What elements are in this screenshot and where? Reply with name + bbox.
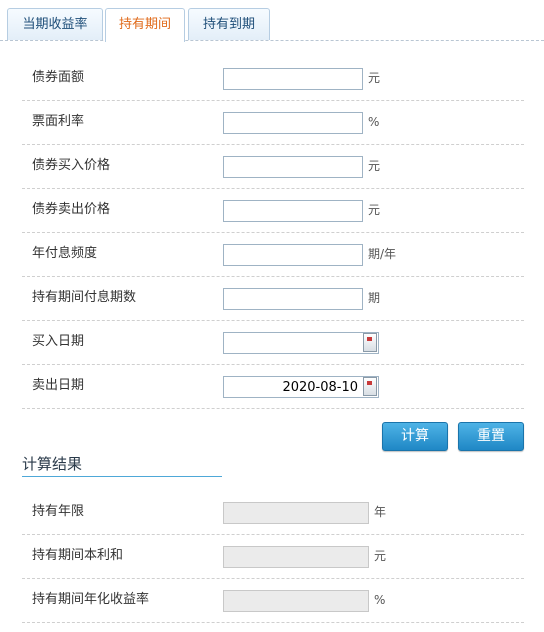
sell-date-label: 卖出日期 bbox=[32, 378, 85, 393]
row-buy-price: 债券买入价格 元 bbox=[22, 144, 524, 189]
tab-divider bbox=[0, 40, 544, 41]
row-coupon-rate: 票面利率 % bbox=[22, 100, 524, 145]
payment-frequency-input[interactable] bbox=[223, 244, 363, 266]
coupon-rate-input[interactable] bbox=[223, 112, 363, 134]
holding-years-label: 持有年限 bbox=[32, 504, 85, 519]
tab-holding-period[interactable]: 持有期间 bbox=[105, 8, 185, 42]
buy-date-input[interactable] bbox=[223, 332, 379, 354]
payment-periods-label: 持有期间付息期数 bbox=[32, 290, 137, 305]
principal-interest-unit: 元 bbox=[374, 549, 387, 563]
tab-current-yield[interactable]: 当期收益率 bbox=[7, 8, 103, 40]
buy-price-unit: 元 bbox=[368, 159, 381, 173]
row-annual-yield: 持有期间年化收益率 % bbox=[22, 578, 524, 623]
row-principal-interest: 持有期间本利和 元 bbox=[22, 534, 524, 579]
face-value-unit: 元 bbox=[368, 71, 381, 85]
principal-interest-label: 持有期间本利和 bbox=[32, 548, 124, 563]
sell-price-input[interactable] bbox=[223, 200, 363, 222]
coupon-rate-unit: % bbox=[368, 115, 380, 129]
row-buy-date: 买入日期 bbox=[22, 320, 524, 365]
holding-years-unit: 年 bbox=[374, 505, 387, 519]
face-value-label: 债券面额 bbox=[32, 70, 85, 85]
payment-periods-unit: 期 bbox=[368, 291, 381, 305]
buy-price-label: 债券买入价格 bbox=[32, 158, 111, 173]
payment-frequency-label: 年付息频度 bbox=[32, 246, 98, 261]
reset-button[interactable]: 重置 bbox=[458, 422, 524, 451]
row-payment-frequency: 年付息频度 期/年 bbox=[22, 232, 524, 277]
tab-bar: 当期收益率 持有期间 持有到期 bbox=[0, 0, 544, 42]
row-payment-periods: 持有期间付息期数 期 bbox=[22, 276, 524, 321]
face-value-input[interactable] bbox=[223, 68, 363, 90]
holding-years-output bbox=[223, 502, 369, 524]
annual-yield-output bbox=[223, 590, 369, 612]
row-face-value: 债券面额 元 bbox=[22, 56, 524, 101]
sell-price-label: 债券卖出价格 bbox=[32, 202, 111, 217]
sell-date-input[interactable] bbox=[223, 376, 379, 398]
calendar-icon[interactable] bbox=[363, 377, 377, 396]
row-sell-price: 债券卖出价格 元 bbox=[22, 188, 524, 233]
buy-date-label: 买入日期 bbox=[32, 334, 85, 349]
calculate-button[interactable]: 计算 bbox=[382, 422, 448, 451]
result-section-title: 计算结果 bbox=[22, 452, 222, 477]
principal-interest-output bbox=[223, 546, 369, 568]
tab-hold-to-maturity[interactable]: 持有到期 bbox=[188, 8, 270, 40]
annual-yield-unit: % bbox=[374, 593, 386, 607]
row-holding-years: 持有年限 年 bbox=[22, 490, 524, 535]
coupon-rate-label: 票面利率 bbox=[32, 114, 85, 129]
row-sell-date: 卖出日期 bbox=[22, 364, 524, 409]
payment-frequency-unit: 期/年 bbox=[368, 247, 397, 261]
buy-price-input[interactable] bbox=[223, 156, 363, 178]
calendar-icon[interactable] bbox=[363, 333, 377, 352]
payment-periods-input[interactable] bbox=[223, 288, 363, 310]
annual-yield-label: 持有期间年化收益率 bbox=[32, 592, 150, 607]
sell-price-unit: 元 bbox=[368, 203, 381, 217]
